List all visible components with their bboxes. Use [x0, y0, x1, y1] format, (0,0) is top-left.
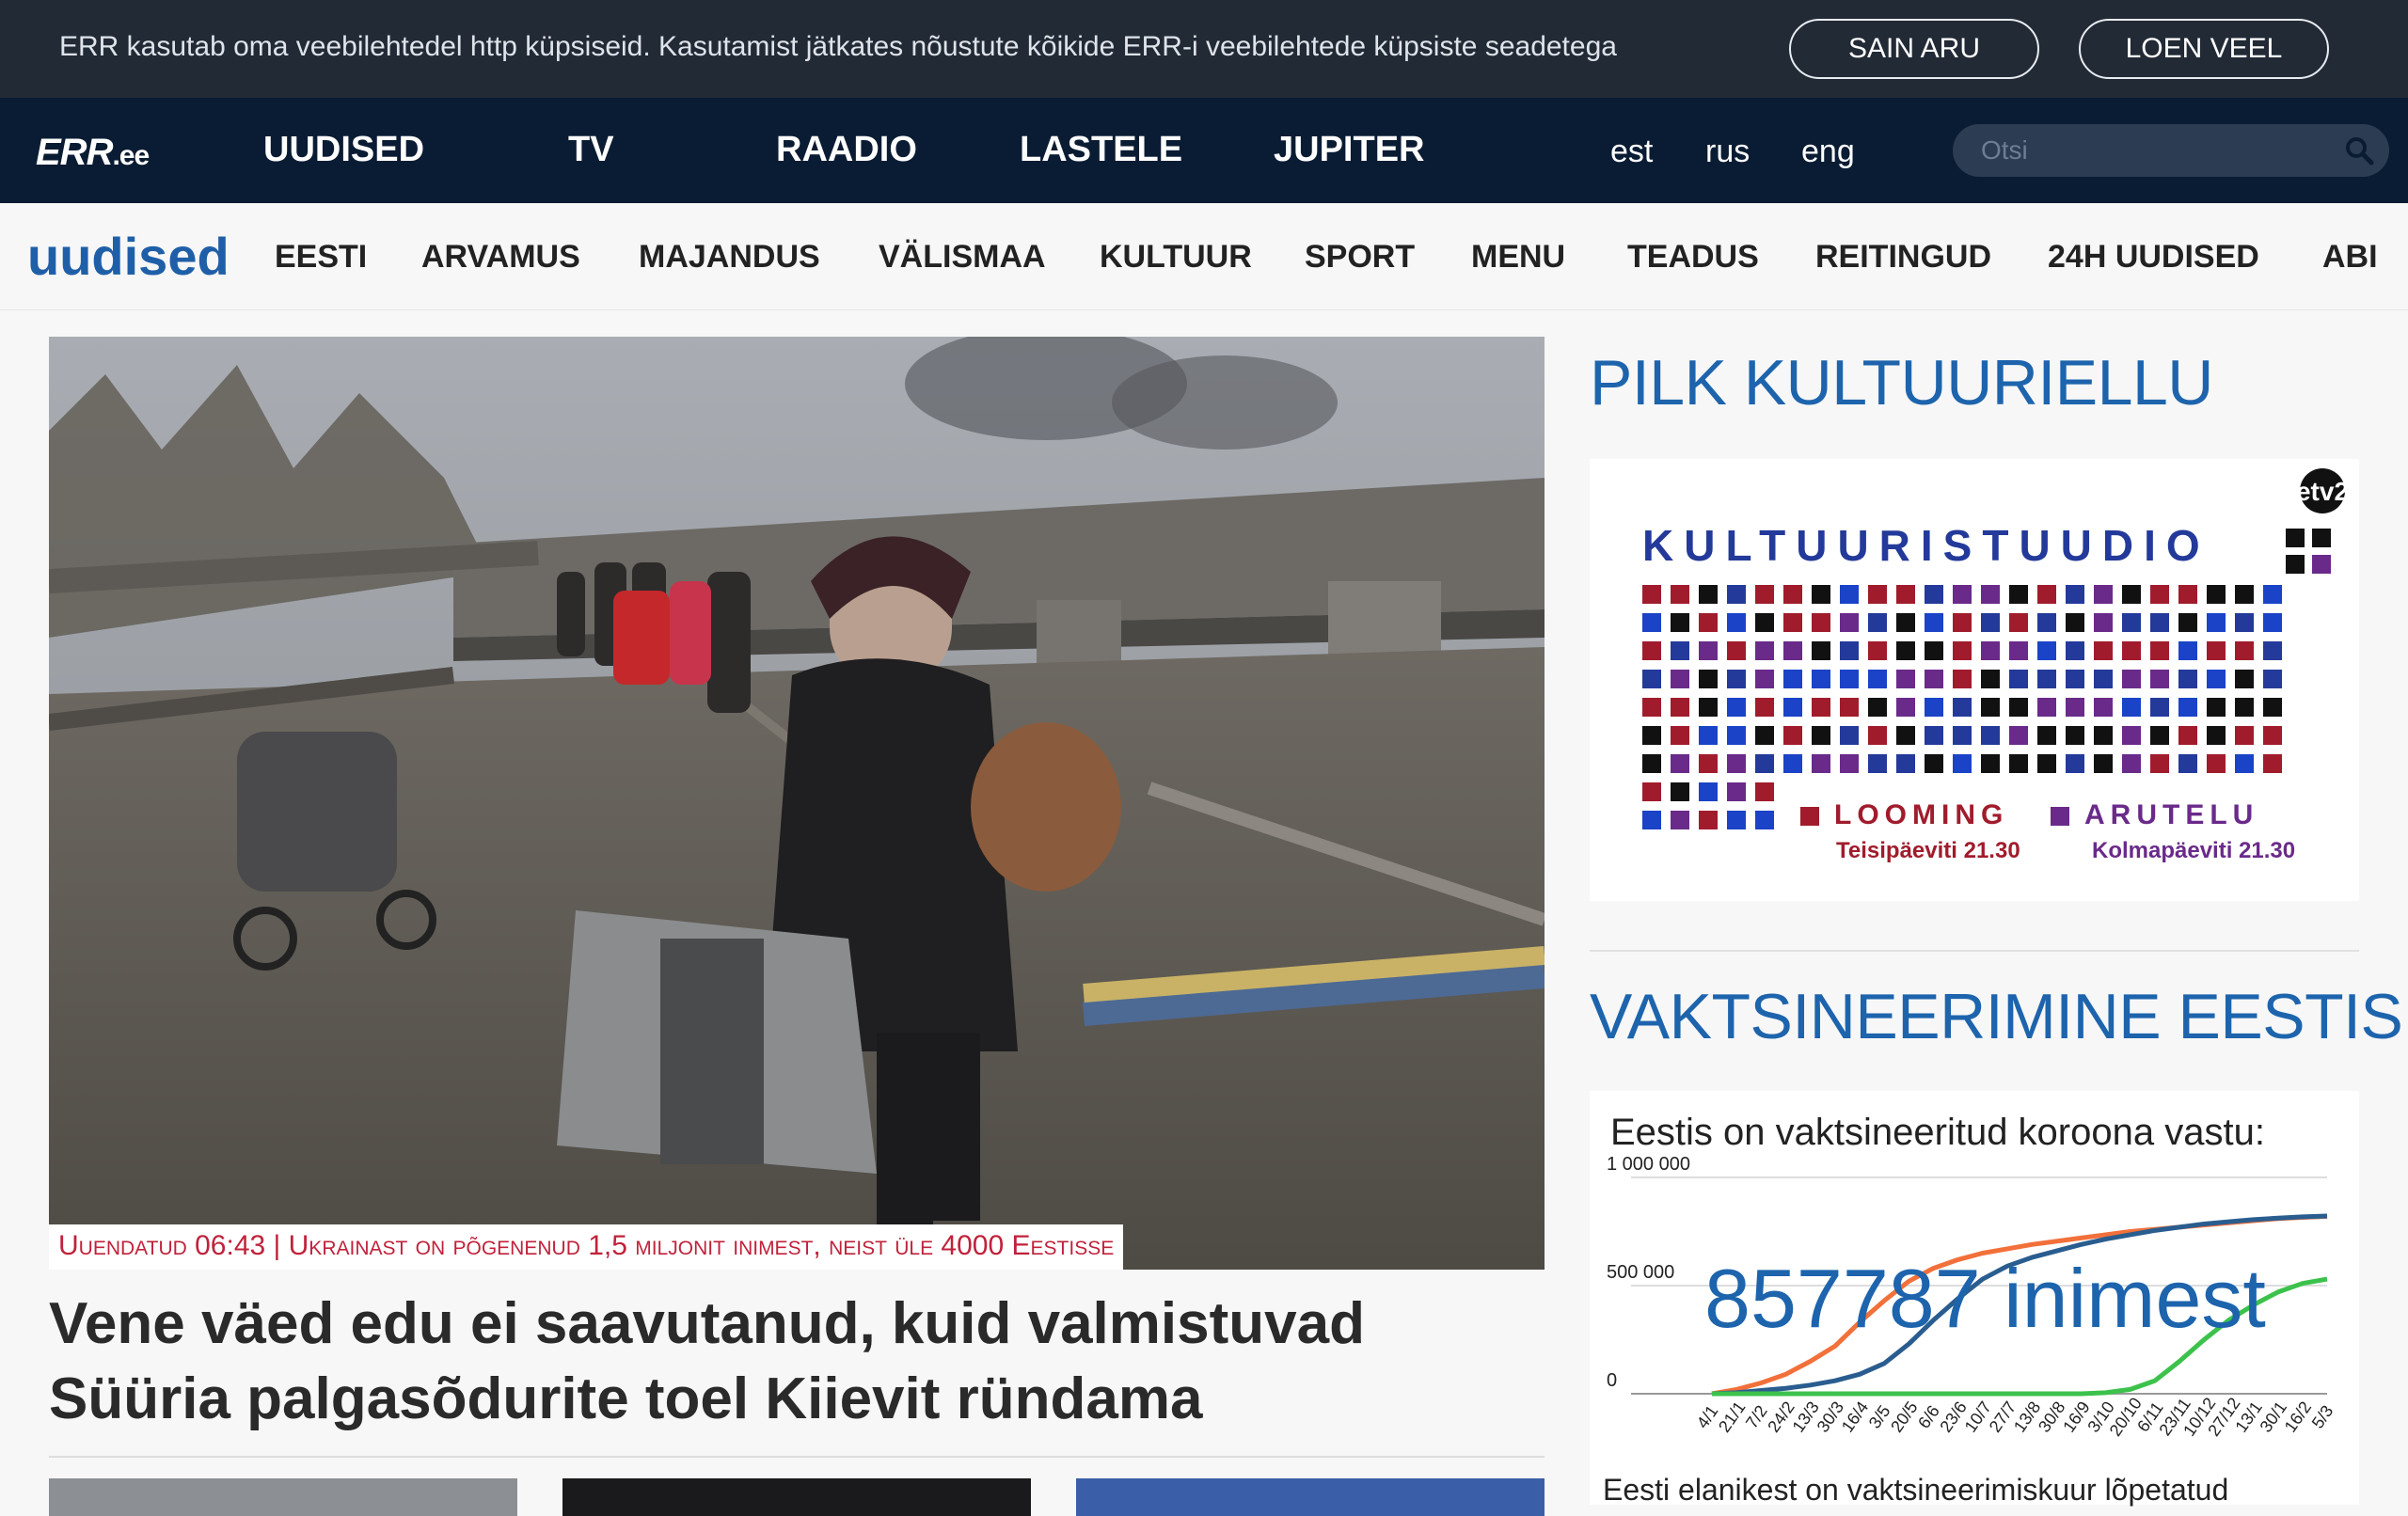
err-logo[interactable]: ERR.ee [36, 132, 150, 174]
svg-text:etv2: etv2 [2296, 477, 2349, 506]
banner-show-1-time: Teisipäeviti 21.30 [1836, 838, 2020, 863]
vaccinated-count: 857787 inimest [1704, 1252, 2266, 1345]
logo-text: ERR [36, 132, 113, 173]
logo-suffix: .ee [112, 140, 150, 171]
lang-rus[interactable]: rus [1705, 134, 1750, 170]
section-item-valismaa[interactable]: VÄLISMAA [879, 239, 1046, 276]
kultuuristuudio-banner[interactable]: etv2 KULTUURISTUUDIO LOOMING ARUTELU Tei… [1590, 459, 2359, 901]
lang-eng[interactable]: eng [1801, 134, 1855, 170]
headline-line-1: Vene väed edu ei saavutanud, kuid valmis… [49, 1291, 1365, 1356]
cookie-banner: ERR kasutab oma veebilehtedel http küpsi… [0, 0, 2408, 98]
section-item-eesti[interactable]: EESTI [275, 239, 367, 276]
story-thumbnail[interactable] [562, 1478, 1031, 1516]
story-thumbnail[interactable] [1076, 1478, 1545, 1516]
search-icon[interactable] [2344, 135, 2374, 166]
section-item-24h-uudised[interactable]: 24H UUDISED [2048, 239, 2259, 276]
banner-dot-grid [1642, 529, 2331, 829]
topnav-item-jupiter[interactable]: JUPITER [1274, 130, 1424, 170]
story-thumbnail[interactable] [49, 1478, 517, 1516]
etv2-icon: etv2 [2296, 468, 2349, 513]
banner-show-1: LOOMING [1834, 799, 2008, 830]
divider [49, 1456, 1545, 1458]
vaccination-section-title[interactable]: VAKTSINEERIMINE EESTIS [1590, 980, 2403, 1053]
banner-show-2: ARUTELU [2084, 799, 2258, 830]
vaccination-widget[interactable]: Eestis on vaktsineeritud koroona vastu: … [1590, 1091, 2359, 1507]
main-headline[interactable]: Vene väed edu ei saavutanud, kuid valmis… [49, 1287, 1545, 1437]
topnav-item-raadio[interactable]: RAADIO [776, 130, 917, 170]
section-item-reitingud[interactable]: REITINGUD [1815, 239, 1991, 276]
banner-show-2-time: Kolmapäeviti 21.30 [2092, 838, 2295, 863]
section-item-sport[interactable]: SPORT [1305, 239, 1415, 276]
main-story-image[interactable] [49, 337, 1545, 1270]
x-tick-label: 5/3 [2308, 1402, 2337, 1432]
topnav-item-tv[interactable]: TV [568, 130, 614, 170]
divider [1590, 950, 2359, 952]
banner-title: KULTUURISTUUDIO [1642, 521, 2210, 570]
topnav-item-uudised[interactable]: UUDISED [263, 130, 424, 170]
search-box [1953, 124, 2389, 177]
y-tick-label: 500 000 [1607, 1262, 1674, 1283]
section-item-kultuur[interactable]: KULTUUR [1100, 239, 1252, 276]
y-tick-label: 0 [1607, 1370, 1617, 1391]
kultuuristuudio-graphic: etv2 KULTUURISTUUDIO LOOMING ARUTELU Tei… [1642, 468, 2349, 863]
section-item-arvamus[interactable]: ARVAMUS [421, 239, 580, 276]
cookie-text: ERR kasutab oma veebilehtedel http küpsi… [59, 31, 1617, 62]
chart-footer: Eesti elanikest on vaktsineerimiskuur lõ… [1603, 1473, 2229, 1507]
y-tick-label: 1 000 000 [1607, 1154, 1690, 1175]
top-navigation: ERR.ee UUDISED TV RAADIO LASTELE JUPITER… [0, 98, 2408, 203]
section-item-teadus[interactable]: TEADUS [1627, 239, 1759, 276]
section-brand-uudised[interactable]: uudised [27, 226, 230, 287]
cookie-accept-button[interactable]: SAIN ARU [1789, 19, 2039, 79]
hero-caption[interactable]: Uuendatud 06:43 | Ukrainast on põgenenud… [49, 1224, 1124, 1270]
section-item-abi[interactable]: ABI [2322, 239, 2378, 276]
section-navigation: uudised EESTI ARVAMUS MAJANDUS VÄLISMAA … [0, 203, 2408, 310]
section-item-majandus[interactable]: MAJANDUS [639, 239, 820, 276]
cookie-read-more-button[interactable]: LOEN VEEL [2079, 19, 2329, 79]
headline-line-2: Süüria palgasõdurite toel Kiievit ründam… [49, 1366, 1203, 1431]
culture-section-title[interactable]: PILK KULTUURIELLU [1590, 346, 2213, 419]
lang-est[interactable]: est [1610, 134, 1653, 170]
topnav-item-lastele[interactable]: LASTELE [1020, 130, 1182, 170]
hero-photo [49, 337, 1545, 1270]
search-input[interactable] [1981, 132, 2329, 169]
section-item-menu[interactable]: MENU [1471, 239, 1565, 276]
